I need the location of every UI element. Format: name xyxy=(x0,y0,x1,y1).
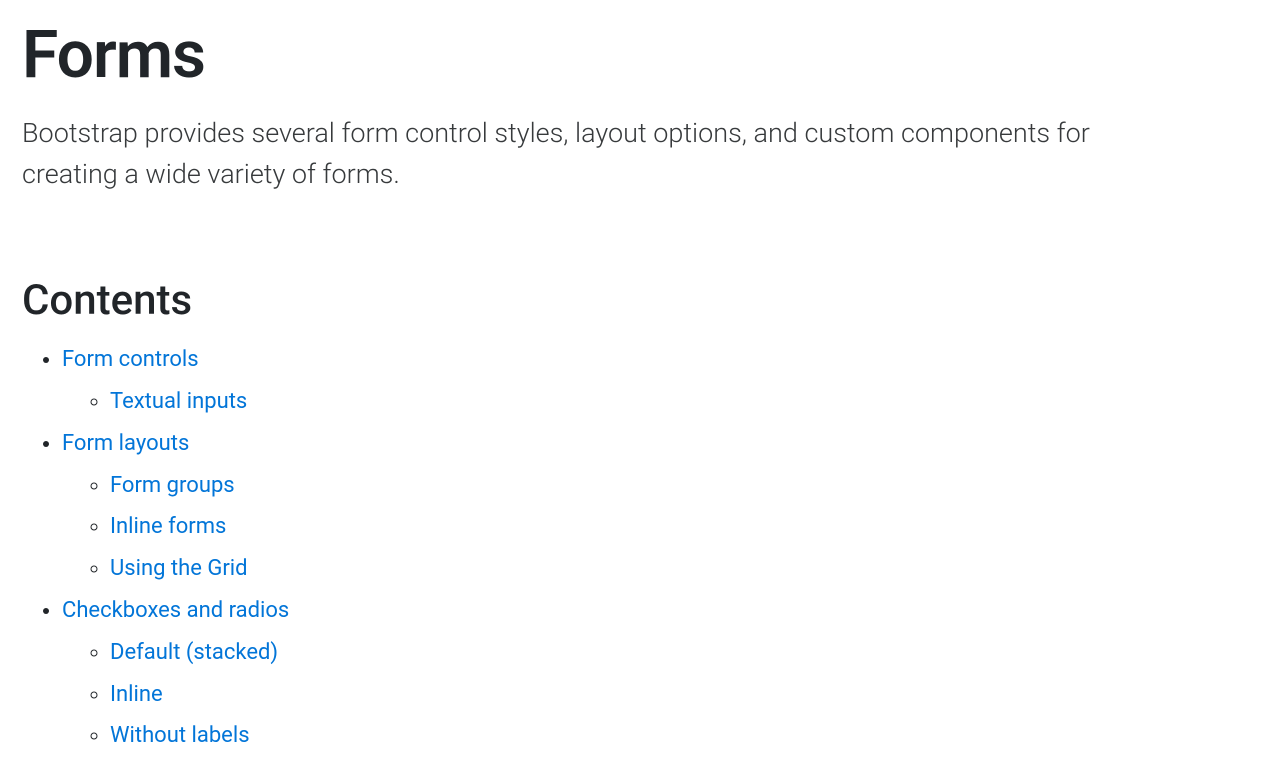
page-title: Forms xyxy=(22,20,1260,93)
toc-link-form-controls[interactable]: Form controls xyxy=(62,347,199,372)
table-of-contents: Form controls Textual inputs Form layout… xyxy=(22,339,1260,757)
toc-link-without-labels[interactable]: Without labels xyxy=(110,723,250,748)
toc-subitem: Inline forms xyxy=(110,506,1260,548)
toc-link-inline-forms[interactable]: Inline forms xyxy=(110,514,226,539)
toc-link-using-the-grid[interactable]: Using the Grid xyxy=(110,556,248,581)
toc-item: Form controls Textual inputs xyxy=(62,339,1260,423)
toc-item: Form layouts Form groups Inline forms Us… xyxy=(62,423,1260,590)
toc-subitem: Using the Grid xyxy=(110,548,1260,590)
contents-heading: Contents xyxy=(22,276,1260,325)
lead-paragraph: Bootstrap provides several form control … xyxy=(22,113,1162,197)
toc-subitem: Inline xyxy=(110,674,1260,716)
toc-link-checkboxes-and-radios[interactable]: Checkboxes and radios xyxy=(62,598,289,623)
toc-link-default-stacked[interactable]: Default (stacked) xyxy=(110,640,278,665)
toc-subitem: Default (stacked) xyxy=(110,632,1260,674)
toc-link-form-groups[interactable]: Form groups xyxy=(110,473,235,498)
toc-item: Checkboxes and radios Default (stacked) … xyxy=(62,590,1260,757)
toc-subitem: Without labels xyxy=(110,715,1260,757)
toc-link-form-layouts[interactable]: Form layouts xyxy=(62,431,189,456)
toc-subitem: Textual inputs xyxy=(110,381,1260,423)
toc-link-inline[interactable]: Inline xyxy=(110,682,163,707)
toc-subitem: Form groups xyxy=(110,465,1260,507)
toc-link-textual-inputs[interactable]: Textual inputs xyxy=(110,389,247,414)
